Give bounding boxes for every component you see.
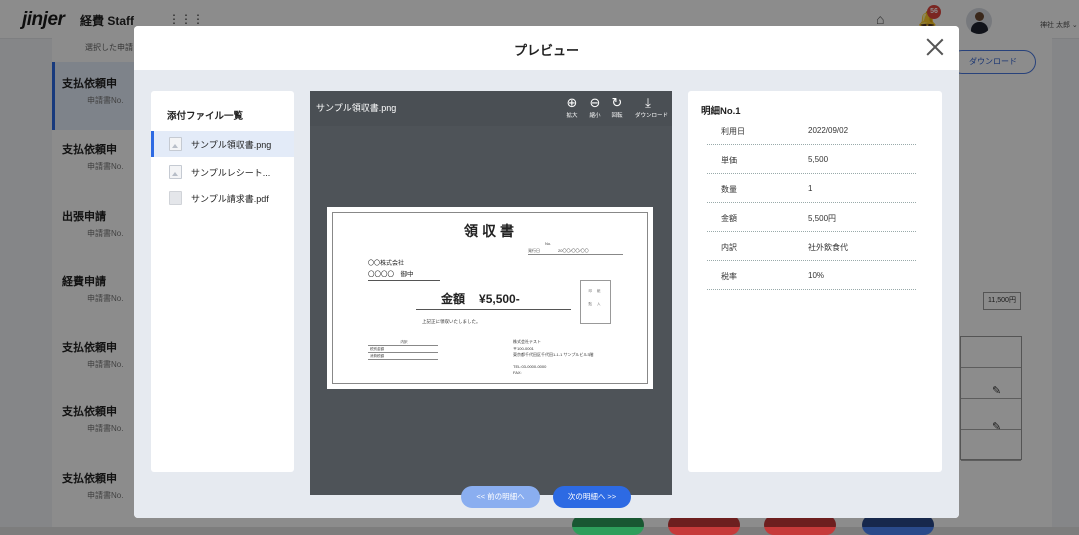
close-icon[interactable] [924,36,946,58]
receipt-received-note: 上記正に領収いたしました。 [422,319,481,324]
detail-value: 2022/09/02 [808,126,849,135]
issuer-address: 東京都千代田区千代田1-1-1 サンプルビル3階 [513,352,594,357]
image-viewer: サンプル領収書.png ⊕ 拡大 ⊖ 縮小 ↻ 回転 ⤓ ダウンロード 領収書 … [310,91,672,495]
detail-value: 5,500 [808,155,829,164]
previous-detail-button[interactable]: << 前の明細へ [461,486,540,508]
detail-value: 1 [808,184,813,193]
receipt-no: No. [545,241,552,246]
detail-value: 5,500円 [808,214,837,223]
attachment-panel: 添付ファイル一覧 サンプル領収書.png サンプルレシート... サンプル請求書… [151,91,294,472]
detail-value: 10% [808,271,825,280]
image-file-icon [169,165,182,179]
receipt-amount: 金額 ¥5,500- [416,290,571,310]
download-icon: ⤓ [645,95,651,110]
detail-key: 税率 [721,272,737,281]
next-detail-button[interactable]: 次の明細へ >> [553,486,631,508]
detail-row: 金額 5,500円 [707,203,916,232]
receipt-date: 発行日 20〇〇/〇〇/〇〇 [528,248,623,255]
attachment-item[interactable]: サンプル領収書.png [151,131,294,157]
detail-key: 単価 [721,156,737,165]
receipt-amount-label: 金額 [441,292,466,306]
detail-key: 利用日 [721,127,745,136]
receipt-recipient: 〇〇〇〇 御中 [368,268,440,281]
detail-row: 利用日 2022/09/02 [707,116,916,145]
attachment-item[interactable]: サンプルレシート... [151,159,294,185]
rotate-button[interactable]: ↻ 回転 [604,95,630,119]
detail-title: 明細No.1 [701,106,741,117]
detail-value: 社外飲食代 [808,243,848,252]
revenue-stamp-box: 印 紙 貼 入 [580,280,611,324]
detail-row: 税率 10% [707,261,916,290]
attachment-list-heading: 添付ファイル一覧 [167,111,244,122]
detail-panel: 明細No.1 利用日 2022/09/02 単価 5,500 数量 1 金額 5… [688,91,942,472]
stamp-text: 貼 入 [588,302,603,306]
modal-title: プレビュー [513,43,579,58]
receipt-breakdown-table: 内訳 税別金額 消費税額 [368,339,438,360]
modal-body: 添付ファイル一覧 サンプル領収書.png サンプルレシート... サンプル請求書… [134,70,959,518]
receipt-title: 領収書 [464,223,518,239]
breakdown-header: 内訳 [368,339,438,346]
preview-modal: プレビュー 添付ファイル一覧 サンプル領収書.png サンプルレシート... サ… [134,26,959,518]
breakdown-row: 消費税額 [368,353,438,360]
detail-key: 金額 [721,214,737,223]
detail-row: 内訳 社外飲食代 [707,232,916,261]
receipt-date-label: 発行日 [528,248,540,253]
stamp-text: 印 紙 [588,289,603,293]
pdf-file-icon [169,191,182,205]
viewer-toolbar: サンプル領収書.png ⊕ 拡大 ⊖ 縮小 ↻ 回転 ⤓ ダウンロード [310,91,672,126]
modal-header: プレビュー [134,26,959,70]
receipt-date-value: 20〇〇/〇〇/〇〇 [558,248,589,253]
rotate-label: 回転 [611,113,623,119]
receipt-amount-value: ¥5,500- [479,292,520,306]
detail-row: 単価 5,500 [707,145,916,174]
attachment-item[interactable]: サンプル請求書.pdf [151,185,294,211]
download-label: ダウンロード [635,113,669,119]
viewer-download-button[interactable]: ⤓ ダウンロード [635,95,669,119]
breakdown-row: 税別金額 [368,346,438,353]
detail-row: 数量 1 [707,174,916,203]
attachment-name: サンプルレシート... [191,167,271,178]
receipt-issuer: 株式会社テスト 〒100-0001 東京都千代田区千代田1-1-1 サンプルビル… [513,339,594,377]
receipt-image: 領収書 No. 発行日 20〇〇/〇〇/〇〇 〇〇株式会社 〇〇〇〇 御中 金額 ¥… [327,207,653,389]
detail-key: 内訳 [721,243,737,252]
viewer-filename: サンプル領収書.png [316,103,397,113]
issuer-fax: FAX: [513,370,522,375]
image-file-icon [169,137,182,151]
detail-key: 数量 [721,185,737,194]
rotate-icon: ↻ [611,95,623,110]
receipt-company: 〇〇株式会社 [368,261,405,267]
attachment-name: サンプル領収書.png [191,139,272,150]
attachment-name: サンプル請求書.pdf [191,193,269,204]
